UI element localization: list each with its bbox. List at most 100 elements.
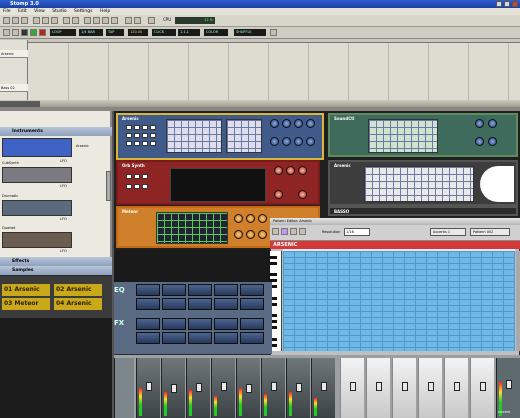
knob[interactable] (298, 166, 307, 175)
eq-cell[interactable] (136, 284, 160, 296)
menu-edit[interactable]: Edit (18, 9, 27, 14)
editor-title-bar[interactable]: Pattern Editor: Arsenic (270, 218, 520, 225)
pencil-icon[interactable] (272, 228, 279, 235)
pad[interactable] (126, 133, 132, 138)
knob[interactable] (488, 119, 497, 128)
panel-divider[interactable] (112, 111, 114, 418)
volume-fader[interactable] (246, 384, 252, 393)
sequencer-grid[interactable] (156, 212, 228, 244)
record-icon[interactable] (39, 29, 46, 36)
forward-icon[interactable] (12, 29, 19, 36)
knob[interactable] (294, 119, 303, 128)
knob[interactable] (234, 214, 243, 223)
step-grid[interactable] (226, 119, 262, 153)
quantize-button[interactable]: 1/4 BAR (79, 29, 103, 36)
eraser-icon[interactable] (93, 17, 100, 24)
pad[interactable] (126, 174, 132, 179)
sample-item[interactable]: 01 Arsenic (2, 284, 50, 296)
sample-item[interactable]: 02 Arsenic (54, 284, 102, 296)
knob[interactable] (246, 214, 255, 223)
eq-cell[interactable] (240, 284, 264, 296)
pad[interactable] (150, 125, 156, 130)
samples-header[interactable]: Samples (0, 266, 112, 275)
sample-item[interactable]: 04 Arsenic (54, 298, 102, 310)
knob[interactable] (274, 190, 283, 199)
instrument-thumbnail[interactable] (2, 167, 72, 183)
knob[interactable] (286, 166, 295, 175)
pad[interactable] (142, 184, 148, 189)
fx-cell[interactable] (162, 318, 186, 330)
menu-help[interactable]: Help (100, 9, 110, 14)
tap-button[interactable]: TAP (106, 29, 124, 36)
fx-cell[interactable] (188, 332, 212, 344)
knob[interactable] (488, 137, 497, 146)
color-button[interactable]: COLOR (204, 29, 228, 36)
step-grid[interactable] (368, 119, 438, 153)
click-button[interactable]: CLICK (152, 29, 176, 36)
knob[interactable] (294, 137, 303, 146)
volume-fader[interactable] (196, 383, 202, 392)
channel-strip[interactable] (470, 358, 494, 418)
grid-icon[interactable] (270, 29, 277, 36)
zoom-icon[interactable] (102, 17, 109, 24)
knob[interactable] (306, 119, 315, 128)
knob[interactable] (246, 230, 255, 239)
channel-strip[interactable] (261, 358, 285, 418)
pad[interactable] (142, 141, 148, 146)
instruments-header[interactable]: Instruments (0, 127, 112, 136)
volume-fader[interactable] (321, 382, 327, 391)
instrument-thumbnail[interactable] (2, 200, 72, 216)
pad[interactable] (142, 174, 148, 179)
menu-settings[interactable]: Settings (74, 9, 92, 14)
channel-strip[interactable] (418, 358, 442, 418)
rack-unit[interactable]: Arsenic (328, 160, 518, 206)
pad[interactable] (150, 141, 156, 146)
eraser-icon[interactable] (290, 228, 297, 235)
scissors-icon[interactable] (111, 17, 118, 24)
volume-fader[interactable] (428, 382, 434, 391)
menu-file[interactable]: File (3, 9, 11, 14)
cut-icon[interactable] (33, 17, 40, 24)
close-button[interactable] (512, 1, 518, 7)
knob[interactable] (270, 119, 279, 128)
knob[interactable] (282, 137, 291, 146)
volume-fader[interactable] (480, 382, 486, 391)
eq-cell[interactable] (240, 298, 264, 310)
accents-select[interactable]: Accents 1 (430, 228, 466, 236)
maximize-button[interactable] (504, 1, 510, 7)
eq-cell[interactable] (136, 298, 160, 310)
knob[interactable] (475, 119, 484, 128)
volume-fader[interactable] (271, 382, 277, 391)
pattern-select[interactable]: Pattern 002 (470, 228, 510, 236)
fx-cell[interactable] (240, 332, 264, 344)
channel-strip[interactable] (366, 358, 390, 418)
eq-cell[interactable] (214, 284, 238, 296)
select-icon[interactable] (281, 228, 288, 235)
knob[interactable] (298, 190, 307, 199)
volume-fader[interactable] (454, 382, 460, 391)
track-header[interactable]: Arsenic (0, 50, 28, 58)
knob[interactable] (258, 230, 267, 239)
knob[interactable] (282, 119, 291, 128)
channel-strip[interactable] (392, 358, 416, 418)
channel-strip[interactable] (211, 358, 235, 418)
fx-cell[interactable] (136, 332, 160, 344)
instrument-thumbnail[interactable] (2, 232, 72, 248)
channel-strip[interactable] (161, 358, 185, 418)
rack-unit[interactable]: Arsenic (116, 113, 324, 160)
fx-cell[interactable] (136, 318, 160, 330)
shuffle-button[interactable]: SHUFFLE (234, 29, 266, 36)
channel-strip[interactable] (136, 358, 160, 418)
master-strip[interactable]: MASTER (496, 358, 520, 418)
knob[interactable] (258, 214, 267, 223)
pad[interactable] (142, 125, 148, 130)
new-icon[interactable] (3, 17, 10, 24)
track-header[interactable]: Bass 02 (0, 84, 28, 92)
volume-fader[interactable] (350, 382, 356, 391)
save-icon[interactable] (21, 17, 28, 24)
stop-icon[interactable] (21, 29, 28, 36)
fx-cell[interactable] (188, 318, 212, 330)
pad[interactable] (134, 184, 140, 189)
pad[interactable] (142, 133, 148, 138)
fx-cell[interactable] (214, 318, 238, 330)
